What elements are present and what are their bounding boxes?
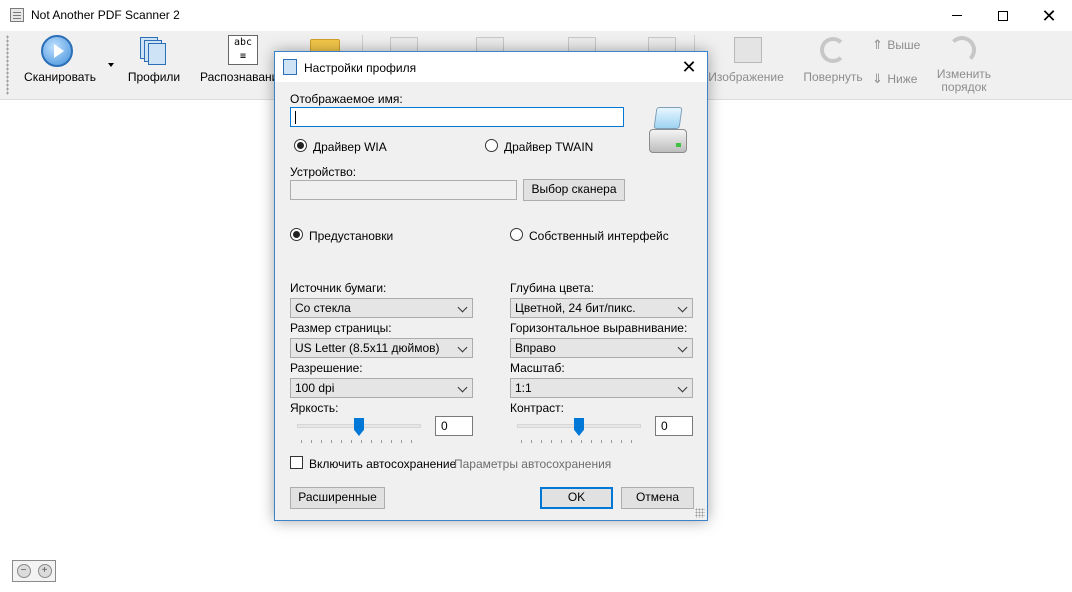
native-ui-radio[interactable] (510, 228, 523, 241)
app-titlebar: Not Another PDF Scanner 2 ✕ (0, 0, 1072, 31)
device-field (290, 180, 517, 200)
driver-twain-radio[interactable] (485, 139, 498, 152)
chevron-down-icon (457, 342, 468, 353)
scale-label: Масштаб: (510, 361, 565, 375)
rotate-icon (820, 37, 846, 63)
advanced-button[interactable]: Расширенные (290, 487, 385, 509)
rotate-label: Повернуть (803, 70, 863, 84)
cancel-button[interactable]: Отмена (621, 487, 694, 509)
reorder-label: Изменить порядок (936, 67, 992, 94)
scan-dropdown-arrow-icon[interactable] (108, 63, 114, 67)
ok-button[interactable]: OK (540, 487, 613, 509)
maximize-icon (998, 10, 1008, 21)
chevron-down-icon (677, 382, 688, 393)
profiles-button[interactable]: Профили (124, 33, 184, 97)
page-size-select[interactable]: US Letter (8.5x11 дюймов) (290, 338, 473, 358)
ocr-button[interactable]: abc ≡ Распознавани (200, 33, 279, 97)
presets-radio[interactable] (290, 228, 303, 241)
ocr-label: Распознавани (200, 70, 279, 84)
brightness-slider[interactable] (297, 418, 421, 445)
resolution-label: Разрешение: (290, 361, 363, 375)
toolbar-grip[interactable] (6, 35, 9, 95)
zoom-in-button[interactable]: + (34, 561, 55, 581)
chevron-down-icon (457, 382, 468, 393)
paper-source-label: Источник бумаги: (290, 281, 387, 295)
move-down-button[interactable]: ⇓ Ниже (872, 71, 932, 97)
color-depth-label: Глубина цвета: (510, 281, 594, 295)
driver-wia-radio[interactable] (294, 139, 307, 152)
move-down-label: Ниже (887, 72, 918, 86)
minimize-button[interactable] (934, 0, 980, 31)
chevron-down-icon (457, 302, 468, 313)
brightness-slider-thumb[interactable] (354, 418, 364, 436)
dialog-title: Настройки профиля (304, 61, 417, 75)
image-edit-icon (734, 37, 762, 63)
scan-button[interactable]: Сканировать (22, 33, 98, 97)
zoom-controls: − + (12, 560, 56, 582)
horizontal-align-label: Горизонтальное выравнивание: (510, 321, 688, 335)
contrast-label: Контраст: (510, 401, 564, 415)
rotate-button[interactable]: Повернуть (800, 33, 866, 97)
brightness-input[interactable]: 0 (435, 416, 473, 436)
native-ui-label[interactable]: Собственный интерфейс (529, 229, 669, 243)
dialog-titlebar: Настройки профиля ✕ (275, 52, 707, 82)
maximize-button[interactable] (980, 0, 1026, 31)
chevron-down-icon (677, 342, 688, 353)
image-label: Изображение (708, 70, 784, 84)
move-up-label: Выше (887, 38, 921, 52)
move-up-button[interactable]: ⇑ Выше (872, 37, 932, 63)
display-name-input[interactable] (290, 107, 624, 127)
enable-autosave-checkbox[interactable] (290, 456, 303, 469)
driver-twain-label[interactable]: Драйвер TWAIN (504, 140, 593, 154)
contrast-slider[interactable] (517, 418, 641, 445)
contrast-slider-thumb[interactable] (574, 418, 584, 436)
chevron-down-icon (677, 302, 688, 313)
driver-wia-label[interactable]: Драйвер WIA (313, 140, 387, 154)
presets-label[interactable]: Предустановки (309, 229, 393, 243)
paper-source-select[interactable]: Со стекла (290, 298, 473, 318)
app-title: Not Another PDF Scanner 2 (31, 8, 180, 22)
enable-autosave-label[interactable]: Включить автосохранение (309, 457, 456, 471)
profiles-icon (138, 35, 168, 65)
color-depth-select[interactable]: Цветной, 24 бит/пикс. (510, 298, 693, 318)
zoom-out-button[interactable]: − (13, 561, 34, 581)
scan-label: Сканировать (24, 70, 96, 84)
profile-settings-dialog: Настройки профиля ✕ Отображаемое имя: Др… (274, 51, 708, 521)
close-icon: ✕ (1041, 5, 1057, 26)
scanner-icon (649, 107, 687, 153)
autosave-settings-link[interactable]: Параметры автосохранения (454, 457, 611, 471)
resize-grip-icon[interactable] (695, 508, 705, 518)
text-caret (295, 111, 296, 124)
scale-select[interactable]: 1:1 (510, 378, 693, 398)
zoom-in-icon: + (37, 564, 52, 578)
profiles-label: Профили (127, 70, 181, 84)
image-button[interactable]: Изображение (704, 33, 788, 97)
close-icon: ✕ (681, 57, 697, 77)
arrow-up-icon: ⇑ (872, 37, 883, 52)
zoom-out-icon: − (16, 564, 31, 578)
app-icon (10, 8, 24, 22)
display-name-label: Отображаемое имя: (290, 92, 403, 106)
arrow-down-icon: ⇓ (872, 71, 883, 86)
minimize-icon (952, 15, 962, 16)
profile-icon (283, 59, 297, 75)
reorder-button[interactable]: Изменить порядок (934, 33, 994, 97)
contrast-input[interactable]: 0 (655, 416, 693, 436)
close-button[interactable]: ✕ (1026, 0, 1072, 31)
choose-scanner-button[interactable]: Выбор сканера (523, 179, 625, 201)
scan-play-icon (41, 35, 73, 67)
ocr-abc-icon: abc ≡ (228, 35, 258, 65)
reorder-icon (948, 36, 976, 64)
dialog-close-button[interactable]: ✕ (677, 55, 701, 79)
device-label: Устройство: (290, 165, 357, 179)
page-size-label: Размер страницы: (290, 321, 392, 335)
brightness-label: Яркость: (290, 401, 339, 415)
horizontal-align-select[interactable]: Вправо (510, 338, 693, 358)
resolution-select[interactable]: 100 dpi (290, 378, 473, 398)
